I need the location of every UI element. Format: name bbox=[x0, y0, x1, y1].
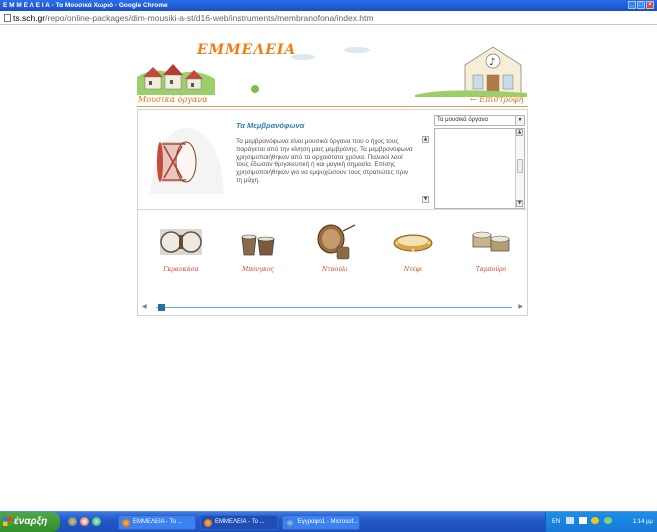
bass-drum-icon bbox=[160, 229, 202, 255]
page-icon bbox=[4, 14, 11, 22]
drum-illustration bbox=[146, 124, 228, 200]
description-scrollbar[interactable]: ▲ ▼ bbox=[422, 136, 430, 208]
address-bar[interactable]: ts.sch.gr/repo/online-packages/dim-mousi… bbox=[0, 11, 657, 25]
close-button[interactable]: × bbox=[646, 1, 654, 9]
minimize-button[interactable]: _ bbox=[628, 1, 636, 9]
scroll-track[interactable] bbox=[156, 307, 512, 308]
quick-launch-app-icon[interactable] bbox=[92, 517, 101, 526]
site-header: ♪ ΕΜΜΕΛΕΙΑ bbox=[135, 37, 527, 97]
gallery-item-daouli[interactable]: Νταούλι bbox=[302, 218, 368, 290]
tambourine-icon bbox=[393, 234, 433, 252]
list-scroll-thumb[interactable] bbox=[517, 159, 523, 173]
header-banner: ♪ bbox=[137, 46, 527, 97]
listbox-scrollbar[interactable]: ▲ ▼ bbox=[515, 129, 524, 208]
instrument-panel: Τα Μεμβρανόφωνα Τα μεμβρανόφωνα είναι μο… bbox=[137, 109, 528, 316]
gallery-scrollbar[interactable]: ◀ ▶ bbox=[142, 303, 525, 312]
list-scroll-up-icon[interactable]: ▲ bbox=[516, 129, 523, 136]
language-indicator[interactable]: EN bbox=[552, 519, 560, 525]
gallery-item-grankasa[interactable]: Γκρανκάσα bbox=[148, 218, 214, 290]
back-link[interactable]: ← Επιστροφή bbox=[470, 95, 523, 104]
instruments-select[interactable]: Τα μουσικά όργανα ▼ bbox=[434, 115, 525, 126]
windows-logo-icon bbox=[3, 517, 12, 526]
village-icon bbox=[143, 64, 203, 90]
bongos-icon bbox=[241, 234, 275, 256]
gallery-item-tambouro[interactable]: Ταμπούρο bbox=[458, 218, 524, 290]
drum-icon bbox=[157, 141, 197, 183]
update-icon[interactable] bbox=[604, 517, 613, 524]
gallery-caption: Ντέφι bbox=[403, 266, 423, 273]
window-titlebar: Ε Μ Μ Ε Λ Ε Ι Α - Τα Μουσικά Χωριό - Goo… bbox=[0, 0, 657, 11]
network-icon[interactable] bbox=[566, 517, 575, 524]
snare-drum-icon bbox=[472, 231, 510, 252]
gallery-caption: Νταούλι bbox=[321, 266, 349, 273]
windows-taskbar: έναρξη ΕΜΜΕΛΕΙΑ - Το ... ΕΜΜΕΛΕΙΑ - Το .… bbox=[0, 511, 657, 532]
info-area: Τα Μεμβρανόφωνα Τα μεμβρανόφωνα είναι μο… bbox=[138, 110, 527, 210]
scroll-down-arrow-icon[interactable]: ▼ bbox=[422, 196, 429, 203]
scroll-thumb[interactable] bbox=[158, 304, 165, 311]
maximize-button[interactable]: □ bbox=[637, 1, 645, 9]
nav-instruments-link[interactable]: Μουσικά όργανα bbox=[138, 95, 208, 104]
system-tray: EN 1:14 μμ bbox=[545, 512, 657, 532]
list-scroll-down-icon[interactable]: ▼ bbox=[516, 200, 523, 207]
scroll-left-arrow-icon[interactable]: ◀ bbox=[142, 303, 147, 310]
description-text: Τα μεμβρανόφωνα είναι μουσικά όργανα που… bbox=[236, 138, 413, 184]
quick-launch-chrome-icon[interactable] bbox=[80, 517, 89, 526]
taskbar-task[interactable]: ΕΜΜΕΛΕΙΑ - Το ... bbox=[200, 515, 278, 530]
site-logo[interactable]: ΕΜΜΕΛΕΙΑ bbox=[197, 42, 296, 58]
page-content: ♪ ΕΜΜΕΛΕΙΑ Μουσικά όργανα ← Επιστροφή Τα… bbox=[0, 25, 657, 511]
url-host: ts.sch.gr bbox=[13, 13, 46, 23]
scroll-up-arrow-icon[interactable]: ▲ bbox=[422, 136, 429, 143]
volume-icon[interactable] bbox=[578, 517, 587, 524]
chevron-down-icon[interactable]: ▼ bbox=[515, 116, 524, 125]
daouli-icon bbox=[317, 224, 356, 260]
window-title: Ε Μ Μ Ε Λ Ε Ι Α - Τα Μουσικά Χωριό - Goo… bbox=[3, 2, 168, 9]
select-value: Τα μουσικά όργανα bbox=[437, 117, 489, 123]
section-heading: Τα Μεμβρανόφωνα bbox=[236, 121, 305, 130]
quick-launch-browser-icon[interactable] bbox=[68, 517, 77, 526]
chrome-icon bbox=[204, 519, 212, 527]
taskbar-task[interactable]: Έγγραφο1 - Microsof... bbox=[282, 515, 360, 530]
window-controls: _ □ × bbox=[628, 1, 654, 9]
gallery-caption: Μπόνγκος bbox=[242, 266, 274, 273]
instrument-gallery: Γκρανκάσα Μπόνγκος Νταούλι Ντέφι Ταμπούρ… bbox=[138, 218, 527, 298]
gallery-caption: Γκρανκάσα bbox=[163, 266, 199, 273]
security-icon[interactable] bbox=[591, 517, 600, 524]
header-divider bbox=[137, 106, 528, 107]
gallery-item-bongos[interactable]: Μπόνγκος bbox=[225, 218, 291, 290]
instruments-listbox[interactable]: ▲ ▼ bbox=[434, 128, 525, 209]
word-icon bbox=[286, 519, 294, 527]
music-school-icon: ♪ bbox=[464, 46, 522, 96]
gallery-item-defi[interactable]: Ντέφι bbox=[380, 218, 446, 290]
taskbar-task[interactable]: ΕΜΜΕΛΕΙΑ - Το ... bbox=[118, 515, 196, 530]
url-path: /repo/online-packages/dim-mousiki-a-st/d… bbox=[45, 13, 374, 23]
clock[interactable]: 1:14 μμ bbox=[633, 512, 653, 532]
chrome-icon bbox=[122, 519, 130, 527]
gallery-caption: Ταμπούρο bbox=[475, 266, 507, 273]
svg-text:♪: ♪ bbox=[489, 57, 495, 68]
start-button[interactable]: έναρξη bbox=[0, 512, 60, 532]
start-label: έναρξη bbox=[14, 516, 48, 527]
scroll-right-arrow-icon[interactable]: ▶ bbox=[518, 303, 523, 310]
